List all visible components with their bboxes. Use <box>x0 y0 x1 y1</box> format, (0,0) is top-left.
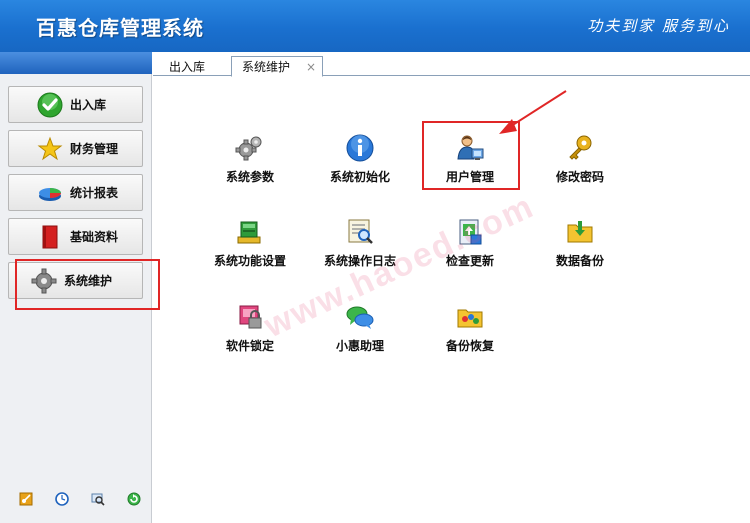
search-icon[interactable] <box>91 492 105 506</box>
tile-assistant[interactable]: 小惠助理 <box>300 301 420 361</box>
pie-chart-icon <box>37 180 63 206</box>
refresh-icon[interactable] <box>127 492 141 506</box>
star-icon <box>37 136 63 162</box>
tile-label: 数据备份 <box>555 254 604 268</box>
title-bar: 百惠仓库管理系统 功夫到家 服务到心 <box>0 0 750 52</box>
gears-icon <box>234 132 266 164</box>
function-settings-icon <box>234 216 266 248</box>
sidebar-item-reports[interactable]: 统计报表 <box>8 174 143 211</box>
book-icon <box>37 224 63 250</box>
sidebar-item-label: 基础资料 <box>70 230 119 244</box>
update-icon <box>454 216 486 248</box>
tile-operation-log[interactable]: 系统操作日志 <box>300 216 420 276</box>
tab-label: 出入库 <box>169 60 206 74</box>
tab-label: 系统维护 <box>242 60 291 74</box>
tile-label: 修改密码 <box>555 170 604 184</box>
tile-change-password[interactable]: 修改密码 <box>520 132 640 192</box>
tab-strip: 出入库 系统维护 × <box>153 52 750 77</box>
tile-label: 软件锁定 <box>225 339 274 353</box>
check-circle-icon <box>37 92 63 118</box>
tab-system-maintenance[interactable]: 系统维护 × <box>231 56 324 77</box>
sidebar-item-inout[interactable]: 出入库 <box>8 86 143 123</box>
tile-data-backup[interactable]: 数据备份 <box>520 216 640 276</box>
tile-backup-restore[interactable]: 备份恢复 <box>410 301 530 361</box>
tile-system-init[interactable]: 系统初始化 <box>300 132 420 192</box>
sidebar-item-finance[interactable]: 财务管理 <box>8 130 143 167</box>
clock-icon[interactable] <box>55 492 69 506</box>
key-icon <box>564 132 596 164</box>
tile-label: 系统参数 <box>225 170 274 184</box>
slogan: 功夫到家 服务到心 <box>587 17 730 35</box>
tile-system-params[interactable]: 系统参数 <box>190 132 310 192</box>
backup-folder-icon <box>564 216 596 248</box>
tile-check-update[interactable]: 检查更新 <box>410 216 530 276</box>
sidebar-item-label: 统计报表 <box>70 186 119 200</box>
info-icon <box>344 132 376 164</box>
tile-label: 小惠助理 <box>335 339 384 353</box>
tile-highlight-box <box>422 121 520 190</box>
sidebar-item-label: 出入库 <box>70 98 107 112</box>
sidebar-item-label: 财务管理 <box>70 142 119 156</box>
app-title: 百惠仓库管理系统 <box>36 16 204 40</box>
sidebar-item-basic-data[interactable]: 基础资料 <box>8 218 143 255</box>
tile-label: 系统功能设置 <box>213 254 286 268</box>
chat-bubbles-icon <box>344 301 376 333</box>
sidebar-header <box>0 52 152 74</box>
sidebar-footer <box>0 492 152 512</box>
tile-label: 检查更新 <box>445 254 494 268</box>
log-icon <box>344 216 376 248</box>
lock-icon <box>234 301 266 333</box>
tab-inout[interactable]: 出入库 <box>161 56 213 77</box>
tile-label: 备份恢复 <box>445 339 494 353</box>
sidebar-highlight-box <box>15 259 160 310</box>
tile-function-settings[interactable]: 系统功能设置 <box>190 216 310 276</box>
close-icon[interactable]: × <box>306 60 316 74</box>
tile-label: 系统初始化 <box>329 170 390 184</box>
key-icon[interactable] <box>19 492 33 506</box>
tile-label: 系统操作日志 <box>323 254 396 268</box>
restore-folder-icon <box>454 301 486 333</box>
tile-software-lock[interactable]: 软件锁定 <box>190 301 310 361</box>
